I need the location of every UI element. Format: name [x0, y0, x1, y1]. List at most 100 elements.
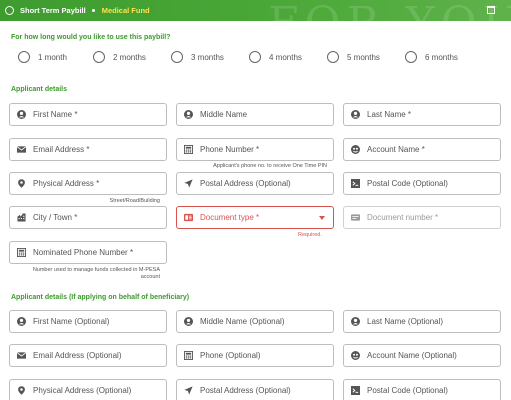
navigation-arrow-icon: [184, 386, 193, 395]
postal-address-placeholder: Postal Address (Optional): [200, 179, 291, 188]
person-icon: [184, 317, 193, 326]
beneficiary-first-name-placeholder: First Name (Optional): [33, 317, 110, 326]
radio-5-months[interactable]: 5 months: [327, 51, 380, 63]
phone-hint: Applicant's phone no. to receive One Tim…: [213, 163, 327, 169]
beneficiary-middle-name-placeholder: Middle Name (Optional): [200, 317, 285, 326]
person-icon: [184, 110, 193, 119]
beneficiary-account-name-placeholder: Account Name (Optional): [367, 351, 457, 360]
beneficiary-first-name-field[interactable]: First Name (Optional): [9, 310, 167, 333]
physical-address-placeholder: Physical Address *: [33, 179, 100, 188]
beneficiary-physical-address-placeholder: Physical Address (Optional): [33, 386, 132, 395]
phone-icon: [184, 145, 193, 154]
app-title: Short Term Paybill: [20, 6, 86, 15]
person-icon: [351, 110, 360, 119]
document-number-placeholder: Document number *: [367, 213, 439, 222]
navigation-arrow-icon: [184, 179, 193, 188]
dropdown-arrow-icon[interactable]: [319, 216, 325, 220]
email-placeholder: Email Address *: [33, 145, 90, 154]
document-type-placeholder: Document type *: [200, 213, 260, 222]
account-icon: [351, 351, 360, 360]
nominated-phone-field[interactable]: Nominated Phone Number *: [9, 241, 167, 264]
radio-6-months[interactable]: 6 months: [405, 51, 458, 63]
beneficiary-postal-address-placeholder: Postal Address (Optional): [200, 386, 291, 395]
beneficiary-middle-name-field[interactable]: Middle Name (Optional): [176, 310, 334, 333]
code-icon: [351, 179, 360, 188]
beneficiary-email-field[interactable]: Email Address (Optional): [9, 344, 167, 367]
city-placeholder: City / Town *: [33, 213, 78, 222]
beneficiary-postal-address-field[interactable]: Postal Address (Optional): [176, 379, 334, 400]
radio-label: 3 months: [191, 52, 224, 62]
window-icon[interactable]: [487, 6, 495, 14]
city-icon: [17, 213, 26, 222]
person-icon: [17, 317, 26, 326]
location-pin-icon: [17, 386, 26, 395]
applicant-section-title: Applicant details: [11, 86, 68, 93]
postal-address-field[interactable]: Postal Address (Optional): [176, 172, 334, 195]
beneficiary-physical-address-field[interactable]: Physical Address (Optional): [9, 379, 167, 400]
brand-icon: [5, 6, 14, 15]
code-icon: [351, 386, 360, 395]
email-field[interactable]: Email Address *: [9, 138, 167, 161]
beneficiary-postal-code-placeholder: Postal Code (Optional): [367, 386, 448, 395]
phone-placeholder: Phone Number *: [200, 145, 260, 154]
radio-circle[interactable]: [93, 51, 105, 63]
beneficiary-last-name-placeholder: Last Name (Optional): [367, 317, 444, 326]
person-icon: [351, 317, 360, 326]
radio-circle[interactable]: [249, 51, 261, 63]
middle-name-placeholder: Middle Name: [200, 110, 248, 119]
document-number-field[interactable]: Document number *: [343, 206, 501, 229]
radio-4-months[interactable]: 4 months: [249, 51, 302, 63]
phone-field[interactable]: Phone Number *: [176, 138, 334, 161]
app-subtitle: Medical Fund: [101, 6, 150, 15]
account-name-placeholder: Account Name *: [367, 145, 425, 154]
document-type-error: Required.: [298, 232, 322, 238]
physical-address-hint: Street/Road/Building: [109, 198, 160, 204]
beneficiary-account-name-field[interactable]: Account Name (Optional): [343, 344, 501, 367]
first-name-field[interactable]: First Name *: [9, 103, 167, 126]
last-name-placeholder: Last Name *: [367, 110, 412, 119]
radio-label: 6 months: [425, 52, 458, 62]
account-icon: [351, 145, 360, 154]
app-header: FOR YOU Short Term Paybill Medical Fund: [0, 0, 511, 21]
phone-icon: [184, 351, 193, 360]
envelope-icon: [17, 145, 26, 154]
duration-radio-group: 1 month 2 months 3 months 4 months 5 mon…: [18, 51, 498, 65]
radio-label: 2 months: [113, 52, 146, 62]
separator-dot: [91, 9, 95, 12]
location-pin-icon: [17, 179, 26, 188]
postal-code-field[interactable]: Postal Code (Optional): [343, 172, 501, 195]
nominated-phone-hint: Number used to manage funds collected in…: [32, 267, 160, 280]
person-icon: [17, 110, 26, 119]
document-type-select[interactable]: Document type *: [176, 206, 334, 229]
beneficiary-last-name-field[interactable]: Last Name (Optional): [343, 310, 501, 333]
header-background-text: FOR YOU: [268, 0, 511, 21]
radio-label: 5 months: [347, 52, 380, 62]
radio-label: 4 months: [269, 52, 302, 62]
id-card-icon: [351, 213, 360, 222]
radio-circle[interactable]: [171, 51, 183, 63]
physical-address-field[interactable]: Physical Address *: [9, 172, 167, 195]
document-icon: [184, 213, 193, 222]
beneficiary-section-title: Applicant details (If applying on behalf…: [11, 294, 190, 301]
account-name-field[interactable]: Account Name *: [343, 138, 501, 161]
radio-circle[interactable]: [18, 51, 30, 63]
beneficiary-postal-code-field[interactable]: Postal Code (Optional): [343, 379, 501, 400]
radio-label: 1 month: [38, 52, 67, 62]
radio-circle[interactable]: [405, 51, 417, 63]
radio-circle[interactable]: [327, 51, 339, 63]
beneficiary-phone-field[interactable]: Phone (Optional): [176, 344, 334, 367]
radio-1-month[interactable]: 1 month: [18, 51, 67, 63]
last-name-field[interactable]: Last Name *: [343, 103, 501, 126]
first-name-placeholder: First Name *: [33, 110, 78, 119]
beneficiary-email-placeholder: Email Address (Optional): [33, 351, 122, 360]
radio-2-months[interactable]: 2 months: [93, 51, 146, 63]
radio-3-months[interactable]: 3 months: [171, 51, 224, 63]
duration-question: For how long would you like to use this …: [11, 34, 171, 41]
beneficiary-phone-placeholder: Phone (Optional): [200, 351, 261, 360]
phone-icon: [17, 248, 26, 257]
middle-name-field[interactable]: Middle Name: [176, 103, 334, 126]
envelope-icon: [17, 351, 26, 360]
city-field[interactable]: City / Town *: [9, 206, 167, 229]
nominated-phone-placeholder: Nominated Phone Number *: [33, 248, 134, 257]
postal-code-placeholder: Postal Code (Optional): [367, 179, 448, 188]
